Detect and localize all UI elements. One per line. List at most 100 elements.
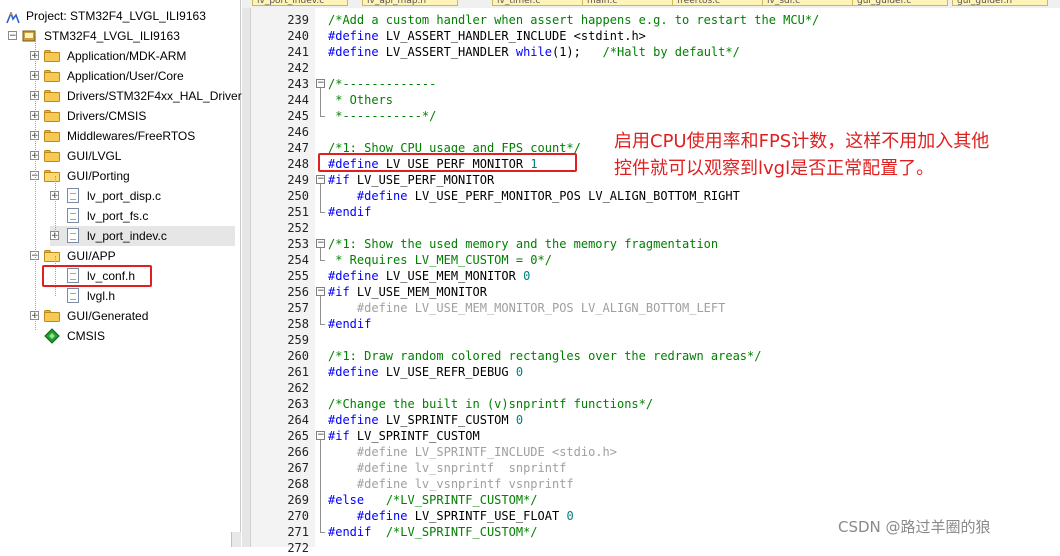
line-number: 253 [287, 237, 309, 251]
editor-tab[interactable]: freertos.c [672, 0, 768, 6]
line-number: 270 [287, 509, 309, 523]
code-line: #define LV_ASSERT_HANDLER_INCLUDE <stdin… [328, 29, 646, 43]
folder-icon [44, 310, 60, 322]
tree-scrollbar[interactable] [231, 532, 241, 547]
fold-toggle[interactable]: − [316, 239, 325, 248]
tree-item[interactable]: + GUI/LVGL [30, 146, 235, 166]
tree-item[interactable]: + lv_port_disp.c [50, 186, 235, 206]
line-number: 248 [287, 157, 309, 171]
folder-body [44, 252, 60, 262]
tree-item[interactable]: lvgl.h [50, 286, 235, 306]
editor-tab[interactable]: lv_port_indev.c [252, 0, 348, 6]
file-icon [67, 288, 79, 303]
code-line: #define LV_USE_REFR_DEBUG 0 [328, 365, 524, 379]
tree-connector [35, 36, 36, 330]
folder-icon [44, 70, 60, 82]
tree-item[interactable]: − GUI/Porting [30, 166, 235, 186]
fold-end [320, 324, 325, 325]
folder-body [44, 112, 60, 122]
editor-tab[interactable]: gui_guider.h [952, 0, 1048, 6]
code-line: /*1: Draw random colored rectangles over… [328, 349, 762, 363]
code-line: #if LV_SPRINTF_CUSTOM [328, 429, 480, 443]
tree-item-label: GUI/APP [67, 249, 116, 263]
fold-toggle[interactable]: − [316, 431, 325, 440]
line-numbers: 239 240 241 242 243 244 245 246 247 248 249 250 251 2… [251, 8, 315, 555]
editor-tab[interactable]: lv_sdl.c [762, 0, 858, 6]
code-line: #define LV_SPRINTF_CUSTOM 0 [328, 413, 524, 427]
line-number: 249 [287, 173, 309, 187]
editor-tab[interactable]: gui_guider.c [852, 0, 948, 6]
code-line: #define LV_USE_PERF_MONITOR_POS LV_ALIGN… [356, 189, 740, 203]
cmsis-gem-icon [44, 328, 60, 350]
project-root-label: Project: STM32F4_LVGL_ILI9163 [26, 9, 206, 23]
folder-icon [44, 170, 60, 182]
fold-end [320, 116, 325, 117]
folder-icon [44, 250, 60, 262]
code-editor[interactable]: lv_port_indev.c lv_api_map.h lv_timer.c mai… [242, 0, 1060, 555]
tree-item[interactable]: + Middlewares/FreeRTOS [30, 126, 235, 146]
fold-line [320, 184, 321, 212]
folder-icon [44, 50, 60, 62]
code-line: #define LV_SPRINTF_INCLUDE <stdio.h> [328, 445, 617, 459]
editor-tab[interactable]: lv_api_map.h [362, 0, 458, 6]
fold-end [320, 532, 325, 533]
fold-line [320, 88, 321, 116]
folder-body [44, 52, 60, 62]
tree-item-label: Drivers/STM32F4xx_HAL_Driver [67, 89, 242, 103]
line-number: 258 [287, 317, 309, 331]
tree-item[interactable]: lv_port_fs.c [50, 206, 235, 226]
line-number: 271 [287, 525, 309, 539]
annotation-text: 启用CPU使用率和FPS计数，这样不用加入其他 控件就可以观察到lvgl是否正常… [614, 128, 1054, 182]
tree-item[interactable]: + Drivers/STM32F4xx_HAL_Driver [30, 86, 242, 106]
file-icon [67, 208, 79, 223]
line-number: 250 [287, 189, 309, 203]
line-number: 257 [287, 301, 309, 315]
folder-icon [44, 90, 60, 102]
line-number: 260 [287, 349, 309, 363]
tree-item[interactable]: + GUI/Generated [30, 306, 235, 326]
fold-line [320, 248, 321, 260]
line-number: 272 [287, 541, 309, 555]
code-line: #define lv_snprintf snprintf [328, 461, 567, 475]
perf-monitor-highlight-box [318, 153, 577, 172]
target-icon [22, 29, 36, 43]
tree-item[interactable]: CMSIS [30, 326, 235, 346]
editor-tab[interactable]: main.c [582, 0, 678, 6]
collapse-toggle[interactable]: − [8, 31, 17, 41]
annotation-line-1: 启用CPU使用率和FPS计数，这样不用加入其他 [614, 131, 990, 152]
folder-icon [44, 130, 60, 142]
tree-item[interactable]: + Application/User/Core [30, 66, 235, 86]
code-line: #endif [328, 205, 372, 219]
fold-toggle[interactable]: − [316, 287, 325, 296]
lv-conf-highlight-box [42, 265, 152, 287]
code-area[interactable]: /*Add a custom handler when assert happe… [328, 8, 1060, 547]
bookmark-gutter[interactable] [242, 8, 251, 547]
code-line: #define LV_USE_MEM_MONITOR_POS LV_ALIGN_… [328, 301, 726, 315]
project-tree-panel: Project: STM32F4_LVGL_ILI9163 − STM32F4_… [0, 0, 242, 547]
target-label: STM32F4_LVGL_ILI9163 [44, 29, 180, 43]
fold-end [320, 212, 325, 213]
editor-tab-strip: lv_port_indev.c lv_api_map.h lv_timer.c mai… [242, 0, 1060, 8]
fold-toggle[interactable]: − [316, 175, 325, 184]
code-line: *-----------*/ [328, 109, 437, 123]
line-number: 254 [287, 253, 309, 267]
line-number: 264 [287, 413, 309, 427]
editor-tab[interactable]: lv_timer.c [492, 0, 588, 6]
watermark: CSDN @路过羊圈的狼 [838, 518, 991, 536]
file-icon [67, 188, 79, 203]
fold-line [320, 296, 321, 324]
code-line: #define LV_ASSERT_HANDLER while(1); /*Ha… [328, 45, 740, 59]
tree-item[interactable]: + Drivers/CMSIS [30, 106, 235, 126]
tree-item[interactable]: + lv_port_indev.c [50, 226, 235, 246]
file-icon [67, 228, 79, 243]
code-line: /*1: Show the used memory and the memory… [328, 237, 719, 251]
code-line: #if LV_USE_MEM_MONITOR [328, 285, 487, 299]
tree-item[interactable]: + Application/MDK-ARM [30, 46, 235, 66]
tree-item-label: GUI/Generated [67, 309, 149, 323]
tree-item[interactable]: − GUI/APP [30, 246, 235, 266]
folder-icon [44, 150, 60, 162]
fold-toggle[interactable]: − [316, 79, 325, 88]
folder-body [44, 92, 60, 102]
tree-item-label: lv_port_indev.c [87, 229, 167, 243]
line-number: 247 [287, 141, 309, 155]
